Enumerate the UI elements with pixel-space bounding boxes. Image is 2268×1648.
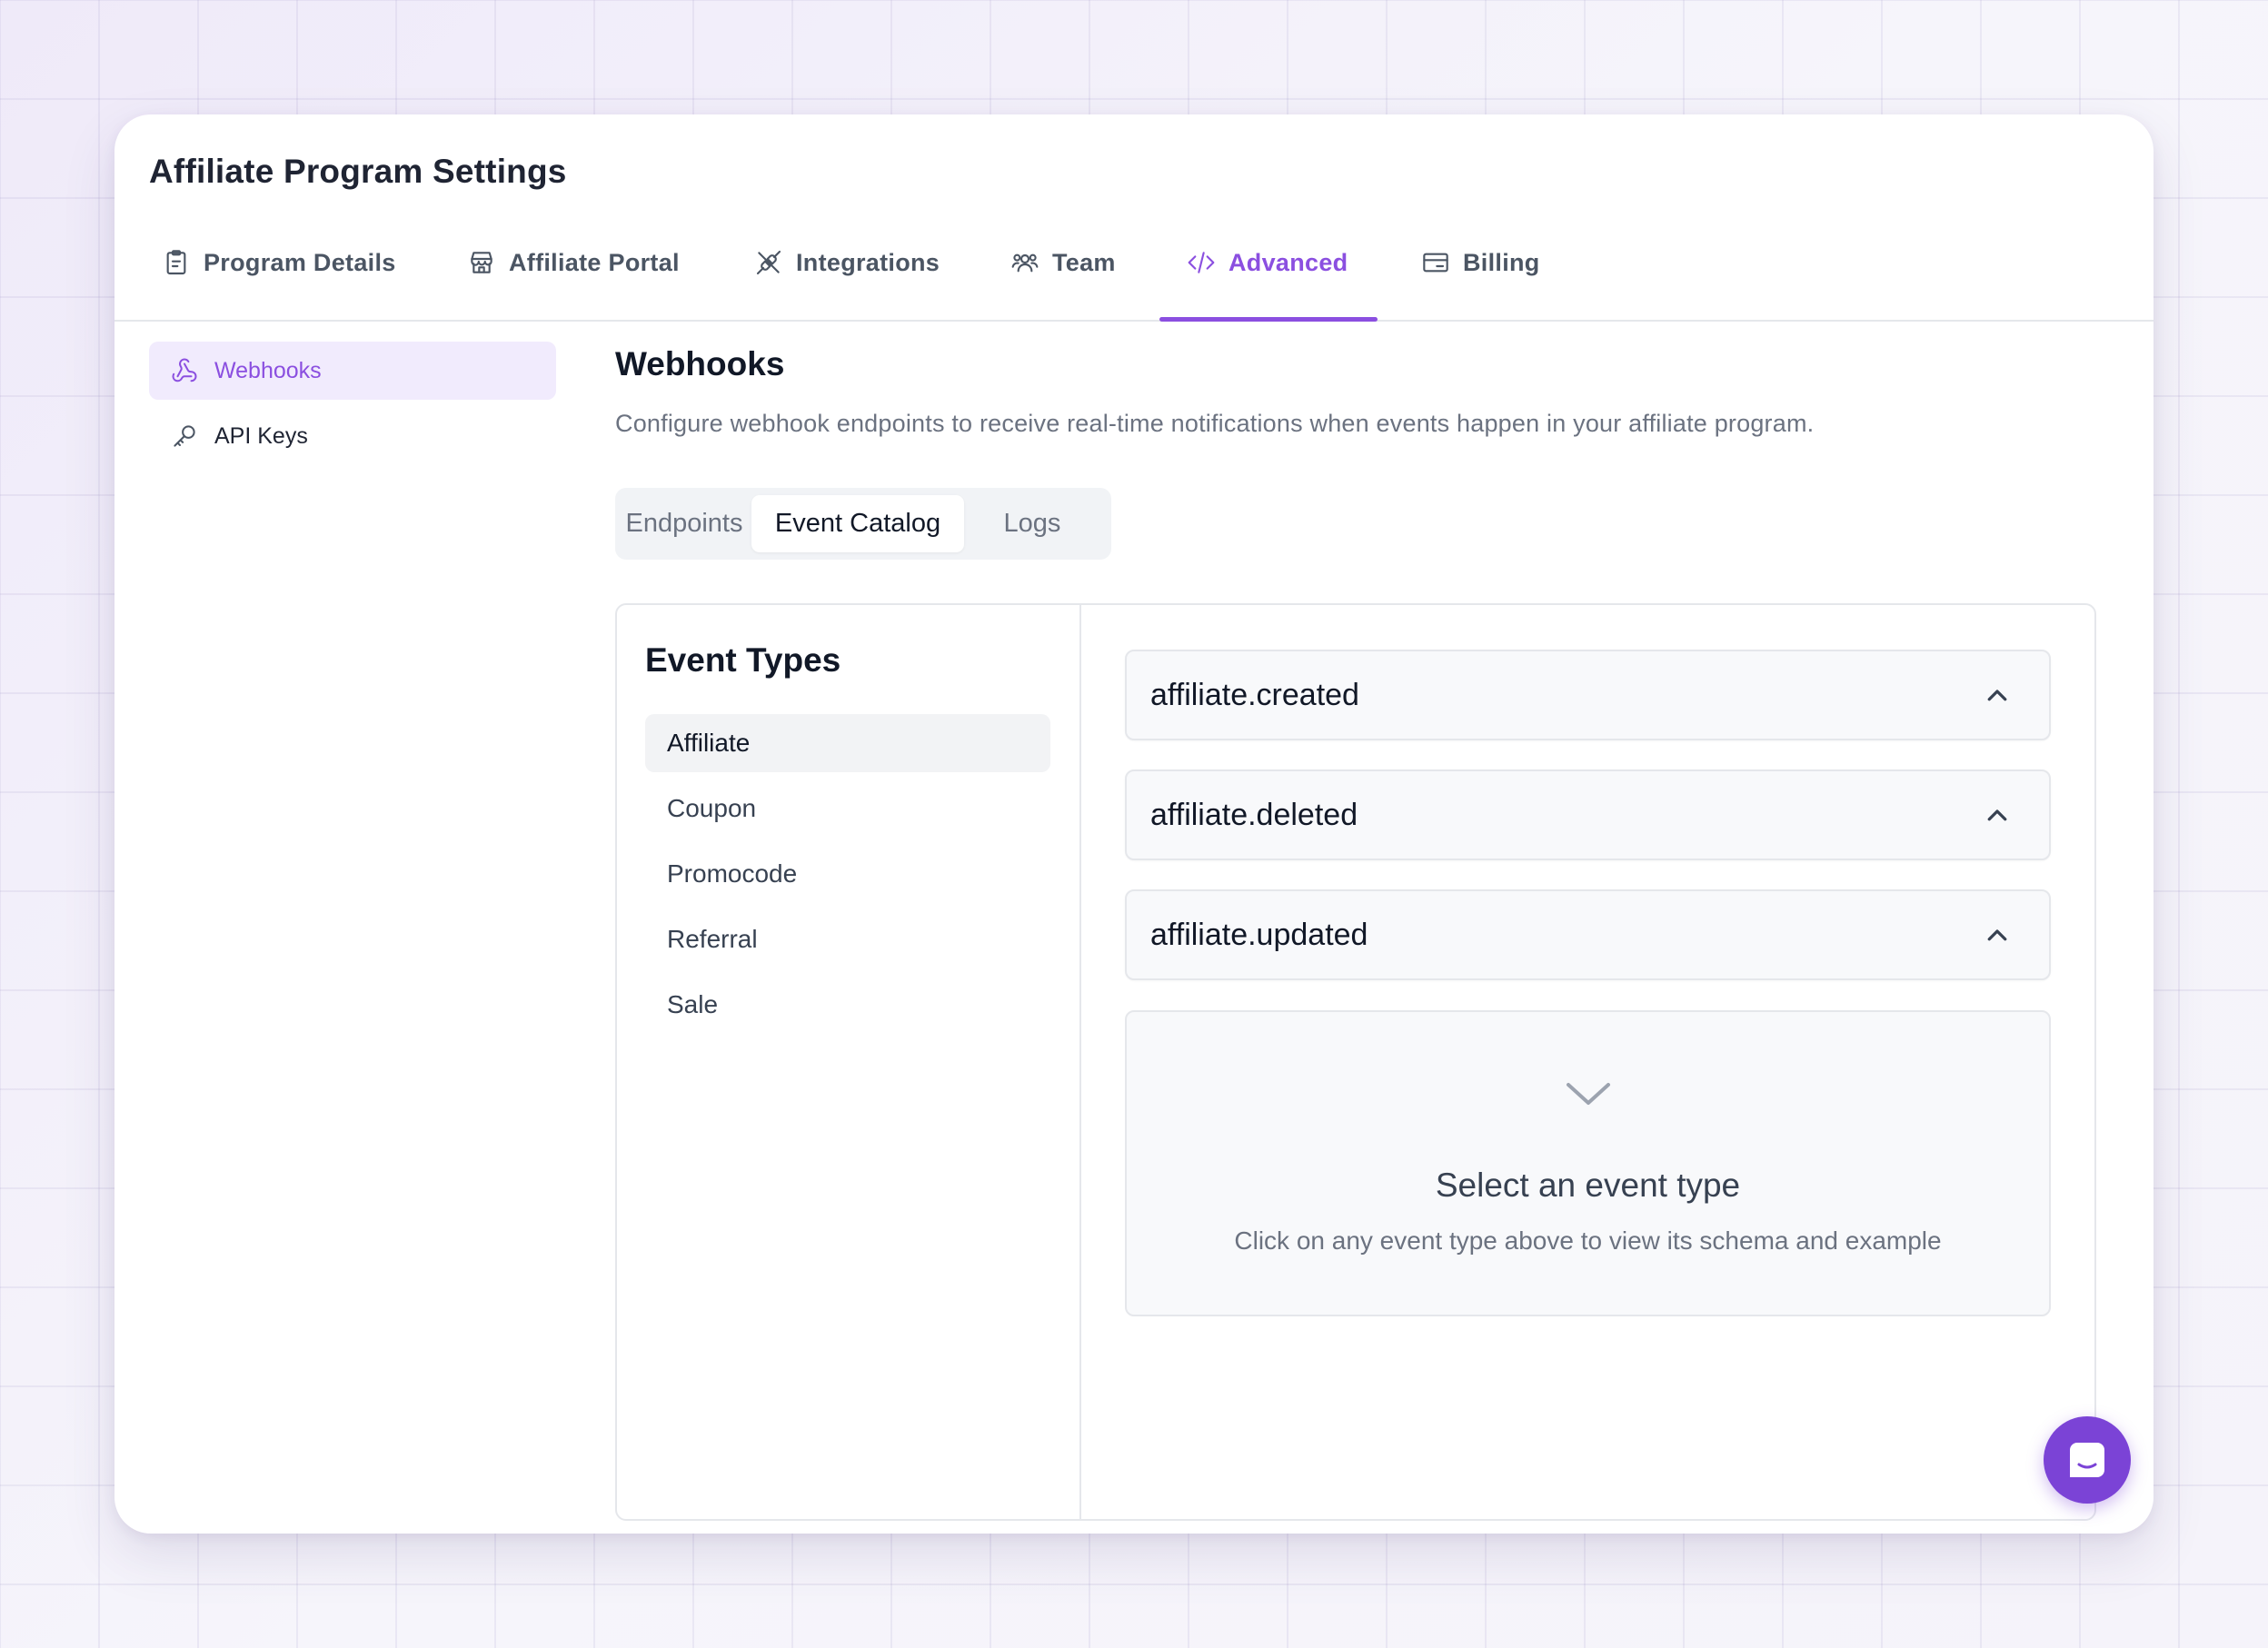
webhook-icon [172, 358, 197, 382]
event-type-coupon[interactable]: Coupon [645, 779, 1050, 838]
chat-icon [2070, 1443, 2104, 1477]
section-description: Configure webhook endpoints to receive r… [615, 410, 1815, 437]
chat-support-button[interactable] [2044, 1416, 2131, 1504]
tab-logs[interactable]: Logs [970, 495, 1095, 552]
tab-label: Billing [1463, 248, 1540, 276]
sidebar-item-label: Webhooks [214, 357, 322, 383]
code-icon [1188, 252, 1215, 273]
tab-integrations[interactable]: Integrations [754, 204, 940, 322]
chevron-down-icon [1563, 1076, 1614, 1112]
placeholder-title: Select an event type [1435, 1167, 1741, 1204]
tab-billing[interactable]: Billing [1421, 204, 1540, 322]
clipboard-icon [166, 250, 186, 275]
credit-card-icon [1423, 253, 1448, 273]
tab-team[interactable]: Team [1010, 204, 1116, 322]
chevron-up-icon [1984, 682, 2011, 710]
event-row-affiliate-created[interactable]: affiliate.created [1125, 650, 2051, 740]
sub-tab-bar: Endpoints Event Catalog Logs [615, 488, 1111, 560]
key-icon [174, 425, 195, 447]
event-type-sale[interactable]: Sale [645, 976, 1050, 1034]
placeholder-subtitle: Click on any event type above to view it… [1234, 1226, 1942, 1255]
sidebar-item-label: API Keys [214, 422, 308, 449]
event-row-affiliate-updated[interactable]: affiliate.updated [1125, 889, 2051, 980]
event-name: affiliate.deleted [1150, 797, 1358, 832]
storefront-icon [471, 252, 492, 273]
sidebar-item-webhooks[interactable]: Webhooks [149, 342, 556, 400]
tab-label: Affiliate Portal [509, 248, 680, 276]
tab-label: Team [1052, 248, 1116, 276]
tab-affiliate-portal[interactable]: Affiliate Portal [467, 204, 680, 322]
tab-endpoints[interactable]: Endpoints [622, 495, 746, 552]
active-tab-indicator [1159, 317, 1378, 322]
users-icon [1011, 253, 1039, 273]
chevron-up-icon [1984, 802, 2011, 829]
page-title: Affiliate Program Settings [149, 153, 567, 190]
chevron-up-icon [1984, 922, 2011, 949]
event-type-promocode[interactable]: Promocode [645, 845, 1050, 903]
main-tab-bar: Program Details Affiliate Portal Integra… [114, 204, 2154, 322]
event-name: affiliate.created [1150, 677, 1359, 712]
tab-program-details[interactable]: Program Details [162, 204, 396, 322]
event-type-referral[interactable]: Referral [645, 910, 1050, 968]
section-title: Webhooks [615, 345, 785, 382]
event-types-title: Event Types [645, 641, 841, 679]
event-name: affiliate.updated [1150, 917, 1368, 952]
tab-label: Program Details [204, 248, 396, 276]
plug-icon [756, 250, 781, 275]
sidebar-item-api-keys[interactable]: API Keys [149, 407, 556, 465]
event-row-affiliate-deleted[interactable]: affiliate.deleted [1125, 769, 2051, 860]
tab-label: Integrations [796, 248, 940, 276]
event-detail-placeholder: Select an event type Click on any event … [1125, 1010, 2051, 1316]
settings-card: Affiliate Program Settings Program Detai… [114, 114, 2154, 1534]
tab-advanced[interactable]: Advanced [1187, 204, 1348, 322]
tab-label: Advanced [1228, 248, 1348, 276]
tab-event-catalog[interactable]: Event Catalog [751, 495, 964, 552]
panel-divider [1079, 605, 1081, 1521]
event-type-affiliate[interactable]: Affiliate [645, 714, 1050, 772]
